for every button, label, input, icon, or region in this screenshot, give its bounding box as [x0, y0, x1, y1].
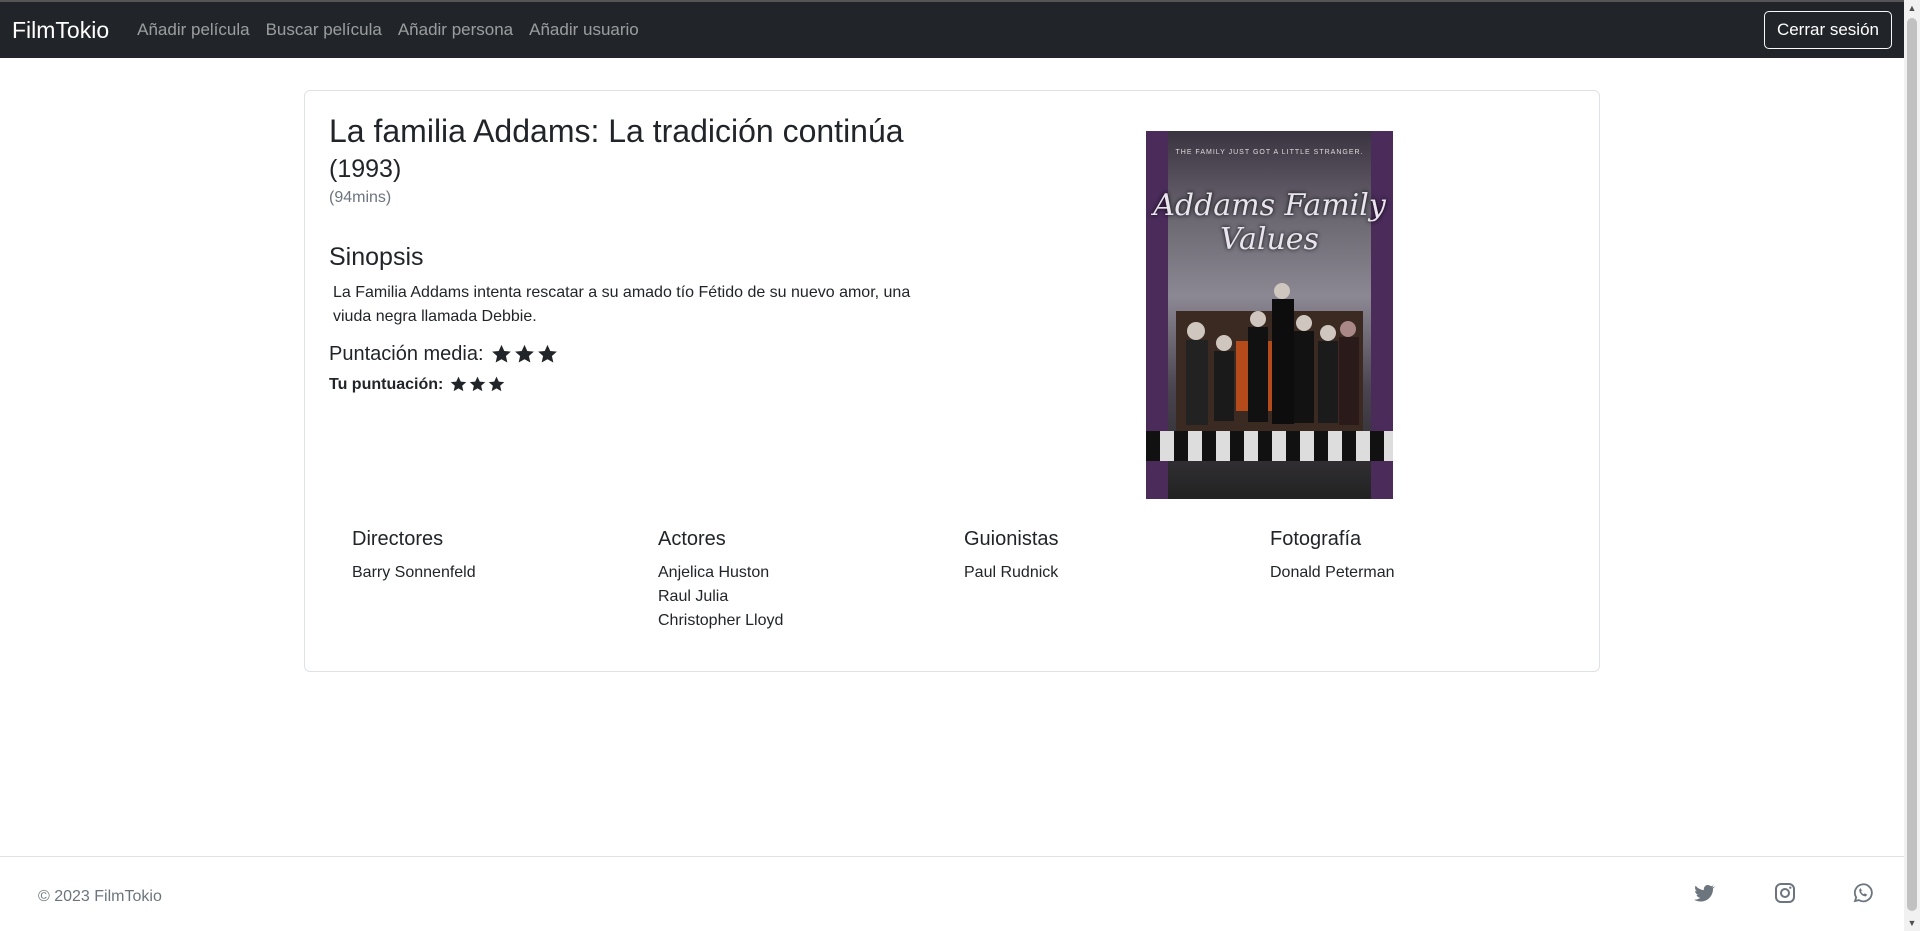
- movie-card: La familia Addams: La tradición continúa…: [304, 90, 1600, 672]
- star-icon: [489, 376, 505, 392]
- twitter-icon[interactable]: [1692, 881, 1716, 905]
- movie-poster: THE FAMILY JUST GOT A LITTLE STRANGER. A…: [1146, 131, 1393, 499]
- logout-button[interactable]: Cerrar sesión: [1763, 11, 1892, 49]
- credit-name[interactable]: Paul Rudnick: [964, 561, 1059, 585]
- nav-add-person[interactable]: Añadir persona: [398, 20, 513, 40]
- page-scrollbar[interactable]: ▲ ▼: [1904, 0, 1920, 931]
- credit-name[interactable]: Donald Peterman: [1270, 561, 1395, 585]
- scroll-thumb[interactable]: [1907, 18, 1917, 911]
- scroll-up-arrow-icon[interactable]: ▲: [1904, 0, 1920, 16]
- average-rating: Puntación media:: [329, 343, 559, 366]
- credits-heading: Directores: [352, 528, 444, 550]
- average-rating-stars: [490, 343, 559, 366]
- instagram-icon[interactable]: [1773, 881, 1797, 905]
- credits-writers: Guionistas Paul Rudnick: [964, 528, 1059, 585]
- credit-name[interactable]: Anjelica Huston: [658, 561, 783, 585]
- whatsapp-icon[interactable]: [1851, 881, 1875, 905]
- user-rating-stars[interactable]: [449, 375, 506, 394]
- star-icon: [491, 344, 511, 363]
- star-icon: [470, 376, 486, 392]
- nav-search-movie[interactable]: Buscar película: [266, 20, 382, 40]
- navbar: FilmTokio Añadir película Buscar películ…: [0, 0, 1904, 58]
- footer: © 2023 FilmTokio: [0, 856, 1904, 931]
- poster-floor: [1146, 431, 1393, 461]
- poster-tagline: THE FAMILY JUST GOT A LITTLE STRANGER.: [1175, 149, 1364, 156]
- poster-figures: [1176, 283, 1363, 431]
- poster-title: Addams Family Values: [1153, 188, 1386, 257]
- credit-name[interactable]: Raul Julia: [658, 585, 783, 609]
- star-icon: [537, 344, 557, 363]
- star-icon: [451, 376, 467, 392]
- movie-duration: (94mins): [329, 189, 392, 206]
- synopsis-text: La Familia Addams intenta rescatar a su …: [333, 284, 911, 325]
- brand-link[interactable]: FilmTokio: [12, 17, 109, 44]
- credits-heading: Guionistas: [964, 528, 1059, 550]
- nav-add-user[interactable]: Añadir usuario: [529, 20, 639, 40]
- credit-name[interactable]: Christopher Lloyd: [658, 609, 783, 633]
- synopsis-heading: Sinopsis: [329, 243, 424, 271]
- movie-year: (1993): [329, 155, 402, 183]
- credits-directors: Directores Barry Sonnenfeld: [352, 528, 476, 585]
- credits-actors: Actores Anjelica Huston Raul Julia Chris…: [658, 528, 783, 633]
- average-rating-label: Puntación media:: [329, 343, 484, 365]
- nav-add-movie[interactable]: Añadir película: [137, 20, 249, 40]
- credits-photography: Fotografía Donald Peterman: [1270, 528, 1395, 585]
- credits-heading: Actores: [658, 528, 726, 550]
- user-rating-label: Tu puntuación:: [329, 375, 444, 393]
- credit-name[interactable]: Barry Sonnenfeld: [352, 561, 476, 585]
- credits-heading: Fotografía: [1270, 528, 1362, 550]
- star-icon: [514, 344, 534, 363]
- scroll-down-arrow-icon[interactable]: ▼: [1904, 915, 1920, 931]
- copyright-text: © 2023 FilmTokio: [38, 888, 162, 905]
- movie-title: La familia Addams: La tradición continúa: [329, 113, 904, 149]
- user-rating: Tu puntuación:: [329, 375, 506, 394]
